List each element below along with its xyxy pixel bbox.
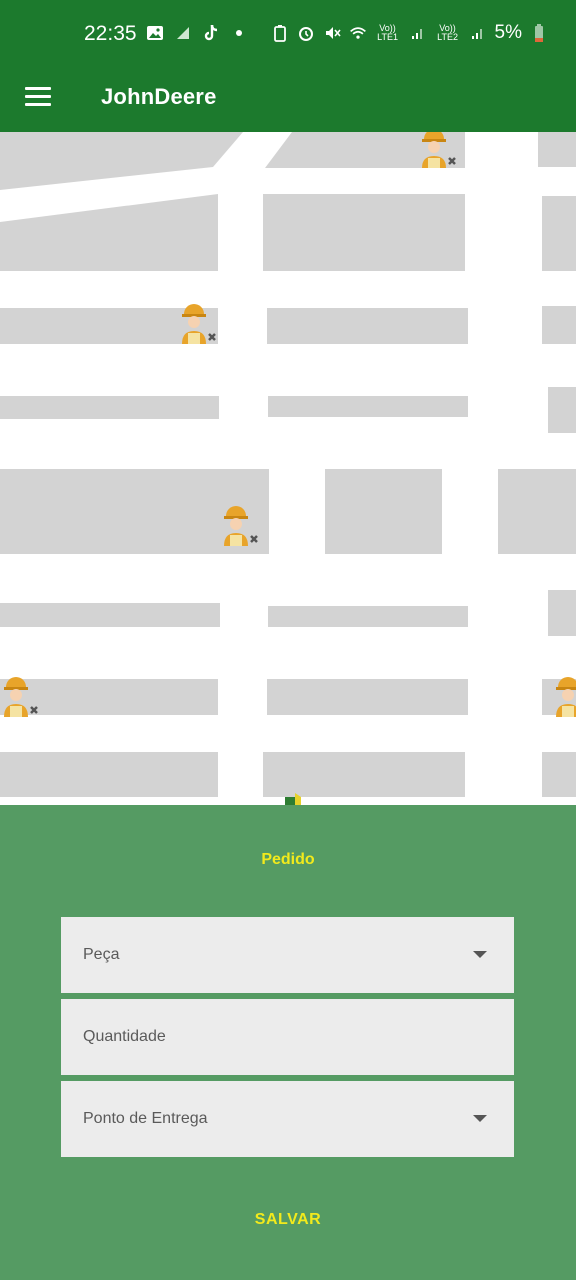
save-button[interactable]: SALVAR (0, 1211, 576, 1229)
mechanic-worker-icon[interactable] (550, 677, 576, 721)
mechanic-worker-icon[interactable] (0, 677, 42, 721)
panel-title: Pedido (261, 851, 315, 868)
ponto-de-entrega-dropdown[interactable]: Ponto de Entrega (61, 1081, 514, 1157)
mechanic-worker-icon[interactable] (416, 132, 460, 176)
signal-icon (469, 24, 487, 42)
map-blocks (0, 132, 576, 797)
signal-icon (174, 24, 192, 42)
mute-icon (323, 24, 341, 42)
quantidade-input[interactable]: Quantidade (61, 999, 514, 1075)
order-panel: Pedido Peça Quantidade Ponto de Entrega … (0, 805, 576, 1280)
mechanic-worker-icon[interactable] (218, 506, 262, 550)
alarm-icon (297, 24, 315, 42)
gallery-icon (146, 24, 164, 42)
app-bar: JohnDeere (0, 66, 576, 132)
signal-icon (409, 24, 427, 42)
app-title: JohnDeere (101, 84, 217, 109)
dropdown-arrow-icon (473, 951, 487, 958)
sim1-label: Vo)) LTE1 (377, 23, 398, 42)
peca-dropdown[interactable]: Peça (61, 917, 514, 993)
tiktok-icon (202, 24, 220, 42)
battery-saver-icon (271, 24, 289, 42)
current-location-icon[interactable] (283, 791, 307, 805)
wifi-icon (349, 24, 367, 42)
map-view[interactable] (0, 132, 576, 805)
dot-icon (230, 24, 248, 42)
field-label: Peça (83, 946, 120, 963)
field-label: Ponto de Entrega (83, 1110, 208, 1127)
status-bar: 22:35 Vo)) LTE1 Vo)) LTE2 5% (0, 0, 576, 66)
battery-icon (530, 24, 548, 42)
mechanic-worker-icon[interactable] (176, 304, 220, 348)
sim2-label: Vo)) LTE2 (437, 23, 458, 42)
field-label: Quantidade (83, 1028, 166, 1045)
status-time: 22:35 (84, 22, 137, 45)
battery-percent: 5% (494, 22, 522, 43)
hamburger-menu-icon[interactable] (22, 82, 56, 116)
dropdown-arrow-icon (473, 1115, 487, 1122)
